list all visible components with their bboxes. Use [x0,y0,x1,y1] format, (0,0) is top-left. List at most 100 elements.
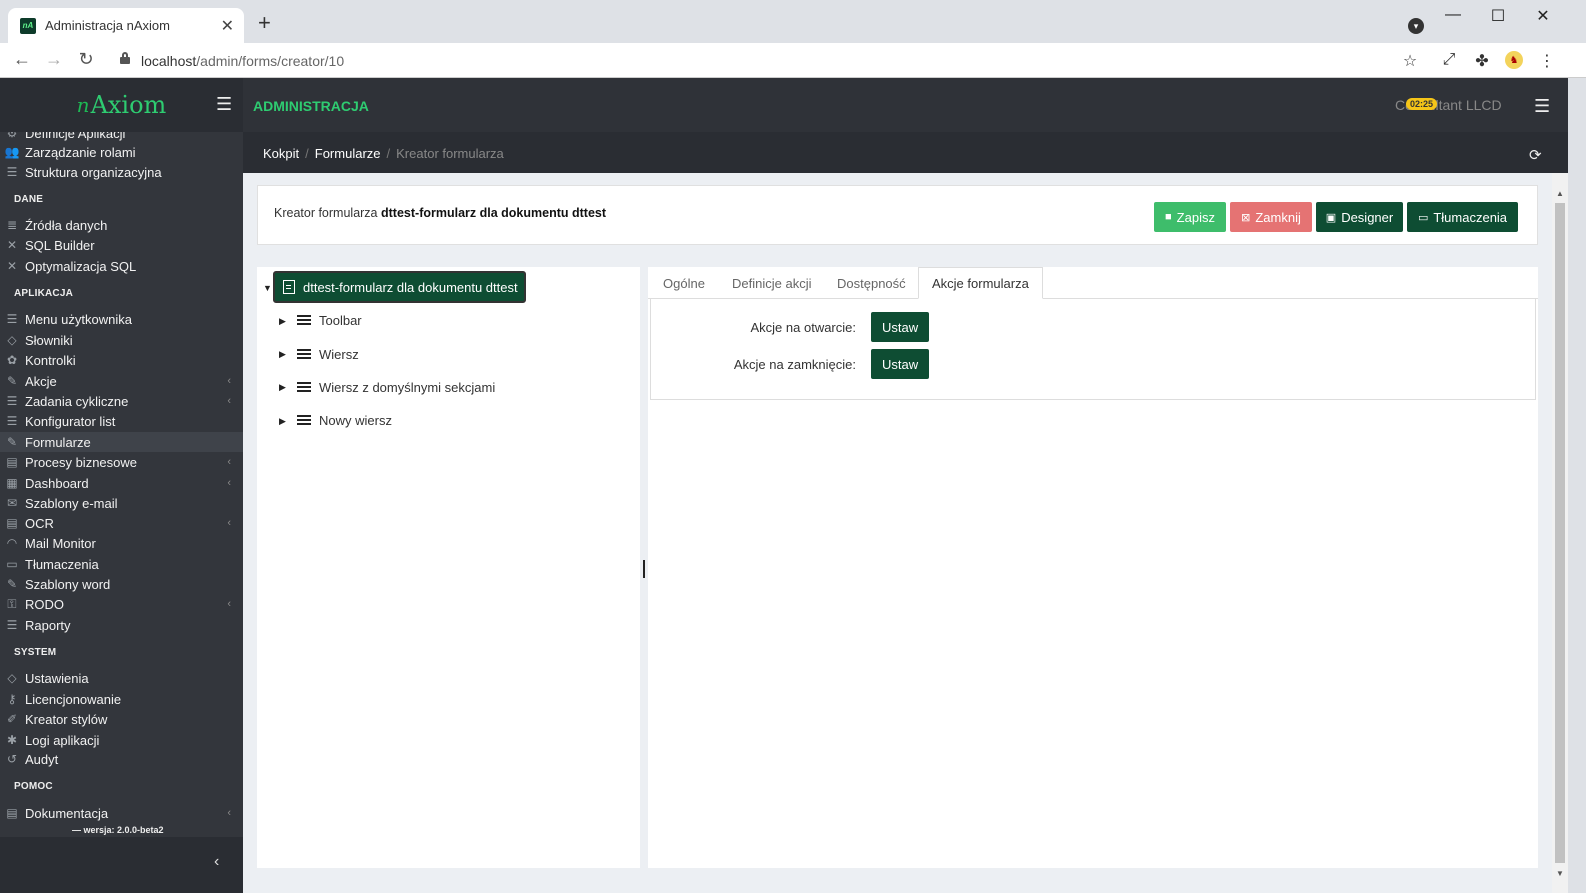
breadcrumb-formularze[interactable]: Formularze [315,146,381,161]
list-icon: ☰ [6,618,18,632]
reload-icon[interactable]: ↻ [74,49,98,70]
sidebar-item-logi[interactable]: ✱ Logi aplikacji [0,730,243,750]
favicon-icon: nA [20,17,36,34]
on-open-set-button[interactable]: Ustaw [871,312,930,342]
tab-ogolne[interactable]: Ogólne [650,267,718,299]
sidebar-item-dashboard[interactable]: ▦ Dashboard ‹ [0,473,243,493]
chevron-left-icon: ‹ [227,598,231,610]
tab-dostepnosc[interactable]: Dostępność [824,267,919,299]
sidebar-item-procesy[interactable]: ▤ Procesy biznesowe ‹ [0,452,243,472]
caret-right-icon[interactable]: ▶ [279,349,286,360]
on-open-label: Akcje na otwarcie: [750,319,857,335]
back-icon[interactable]: ← [10,49,34,70]
scrollbar-thumb[interactable] [1555,203,1565,863]
sidebar-item-akcje[interactable]: ✎ Akcje ‹ [0,371,243,391]
sidebar-collapse-bar[interactable]: ‹ [0,837,243,893]
on-close-set-button[interactable]: Ustaw [871,349,930,379]
refresh-icon[interactable]: ⟳ [1529,146,1542,164]
sidebar-item-ustawienia[interactable]: ◇ Ustawienia [0,668,243,688]
browser-tabstrip: nA Administracja nAxiom ✕ + ▾ — ☐ ✕ [0,0,1586,43]
tree-root-node[interactable]: dttest-formularz dla dokumentu dttest [273,271,526,303]
profile-avatar-icon[interactable]: ♞ [1505,51,1523,69]
form-tree-panel: ▼ dttest-formularz dla dokumentu dttest … [257,267,640,868]
tab-search-icon[interactable]: ▾ [1408,18,1424,34]
sidebar-item-formularze[interactable]: ✎ Formularze [0,432,243,452]
tab-definicje-akcji[interactable]: Definicje akcji [719,267,824,299]
dashboard-icon: ▦ [6,476,18,490]
book-icon: ▤ [6,806,18,820]
sidebar-section-system: SYSTEM [14,647,57,658]
bookmark-star-icon[interactable]: ☆ [1399,51,1421,71]
browser-menu-icon[interactable]: ⋮ [1536,51,1558,71]
breadcrumb-bar: Kokpit / Formularze / Kreator formularza ⟳ [243,132,1568,173]
brand-logo[interactable]: n Axiom [0,78,243,132]
close-button[interactable]: ⊠ Zamknij [1230,202,1312,232]
sidebar-item-kontrolki[interactable]: ✿ Kontrolki [0,350,243,370]
database-icon: ≣ [6,218,18,232]
sidebar-item-mail-monitor[interactable]: ◠ Mail Monitor [0,533,243,553]
browser-tab[interactable]: nA Administracja nAxiom ✕ [8,8,244,43]
sidebar-item-ocr[interactable]: ▤ OCR ‹ [0,513,243,533]
save-button[interactable]: ■ Zapisz [1154,202,1226,232]
session-timer-badge: 02:25 [1406,98,1438,110]
expand-icon[interactable]: ⤢ [1438,51,1460,69]
translations-button[interactable]: ▭ Tłumaczenia [1407,202,1518,232]
sidebar-item-raporty[interactable]: ☰ Raporty [0,615,243,635]
window-close-icon[interactable]: ✕ [1521,6,1565,26]
sidebar-item-licencjonowanie[interactable]: ⚷ Licencjonowanie [0,689,243,709]
tree-node-wiersz-sekcje[interactable]: Wiersz z domyślnymi sekcjami [297,377,495,397]
maximize-icon[interactable]: ☐ [1476,6,1520,26]
chevron-left-icon[interactable]: ‹ [214,853,219,871]
user-menu-icon[interactable]: ☰ [1534,96,1550,117]
new-tab-icon[interactable]: + [258,12,271,34]
address-bar[interactable]: localhost/admin/forms/creator/10 [141,53,344,69]
forward-icon[interactable]: → [42,49,66,70]
sidebar-toggle-icon[interactable]: ☰ [216,94,232,115]
panel-splitter[interactable] [643,560,645,578]
caret-right-icon[interactable]: ▶ [279,316,286,327]
scroll-up-icon[interactable]: ▲ [1556,189,1564,198]
sidebar-item-kreator-stylow[interactable]: ✐ Kreator stylów [0,709,243,729]
sidebar-item-dokumentacja[interactable]: ▤ Dokumentacja ‹ [0,803,243,823]
caret-right-icon[interactable]: ▶ [279,416,286,427]
sidebar-item-konfigurator[interactable]: ☰ Konfigurator list [0,411,243,431]
tree-node-nowy-wiersz[interactable]: Nowy wiersz [297,410,392,430]
chevron-left-icon: ‹ [227,395,231,407]
tag-icon: ◇ [7,671,17,685]
sidebar-item-audyt[interactable]: ↺ Audyt [0,749,243,769]
sidebar-item-slowniki[interactable]: ◇ Słowniki [0,330,243,350]
sidebar-item-roles[interactable]: 👥 Zarządzanie rolami [0,142,243,162]
sidebar-item-szablony-email[interactable]: ✉ Szablony e-mail [0,493,243,513]
tab-bar: Ogólne Definicje akcji Dostępność Akcje … [648,267,1538,299]
tab-akcje-formularza[interactable]: Akcje formularza [918,267,1043,299]
page-scrollbar[interactable]: ▲ ▼ [1552,173,1568,893]
puzzle-icon: ✿ [6,353,18,367]
sidebar-section-dane: DANE [14,194,44,205]
sidebar-item-sqlbuilder[interactable]: ✕ SQL Builder [0,235,243,255]
breadcrumb-kokpit[interactable]: Kokpit [263,146,299,161]
sidebar-item-optymalizacja[interactable]: ✕ Optymalizacja SQL [0,256,243,276]
caret-down-icon[interactable]: ▼ [263,283,272,293]
minimize-icon[interactable]: — [1431,6,1475,24]
lock-icon[interactable] [120,52,130,64]
tree-node-wiersz[interactable]: Wiersz [297,344,359,364]
breadcrumb-current: Kreator formularza [396,146,504,161]
tag-icon: ◇ [7,333,17,347]
sidebar-item-tlumaczenia[interactable]: ▭ Tłumaczenia [0,554,243,574]
list-icon: ☰ [6,165,18,179]
close-box-icon: ⊠ [1241,211,1251,224]
sidebar-item-org[interactable]: ☰ Struktura organizacyjna [0,162,243,182]
scroll-down-icon[interactable]: ▼ [1556,869,1564,878]
tree-node-toolbar[interactable]: Toolbar [297,310,362,330]
sidebar-item-szablony-word[interactable]: ✎ Szablony word [0,574,243,594]
sidebar-item-menu[interactable]: ☰ Menu użytkownika [0,309,243,329]
close-tab-icon[interactable]: ✕ [221,16,234,36]
form-properties-panel: Ogólne Definicje akcji Dostępność Akcje … [648,267,1538,868]
designer-button[interactable]: ▣ Designer [1316,202,1403,232]
extensions-icon[interactable]: ✤ [1471,51,1493,71]
gear-icon: ⚙ [6,132,18,140]
caret-right-icon[interactable]: ▶ [279,382,286,393]
sidebar-item-rodo[interactable]: ⚿ RODO ‹ [0,594,243,614]
sidebar-item-zadania[interactable]: ☰ Zadania cykliczne ‹ [0,391,243,411]
sidebar-item-zrodla[interactable]: ≣ Źródła danych [0,215,243,235]
